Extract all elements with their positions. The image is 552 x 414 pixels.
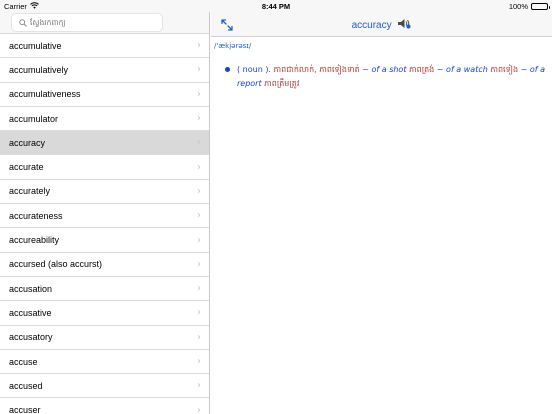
definition-part-1: ភាពជាក់លាក់, ភាពទៀងទាត់: [270, 65, 363, 74]
word-list-item[interactable]: accusatory ›: [0, 326, 209, 350]
sidebar: accumulative›accumulatively›accumulative…: [0, 12, 210, 414]
detail-title-group: accuracy: [211, 18, 552, 32]
word-label: accurateness: [9, 210, 63, 221]
word-label: accumulative: [9, 40, 62, 51]
definition-part-2: ភាពត្រង់: [406, 65, 437, 74]
definition-item: ( noun ). ភាពជាក់លាក់, ភាពទៀងទាត់ ~ of a…: [225, 63, 550, 91]
word-label: accumulativeness: [9, 89, 81, 100]
status-right: 100%: [508, 2, 550, 11]
example-2: ~ of a watch: [436, 65, 488, 74]
word-list-item[interactable]: accused ›: [0, 374, 209, 399]
definition-part-4: ភាពត្រឹមត្រូវ: [261, 79, 300, 88]
chevron-right-icon: ›: [197, 88, 201, 100]
chevron-right-icon: ›: [197, 331, 201, 343]
word-list-item[interactable]: accurate ›: [0, 155, 209, 180]
word-list-item[interactable]: accureability ›: [0, 228, 209, 253]
chevron-right-icon: ›: [197, 64, 201, 76]
search-box[interactable]: [11, 13, 163, 32]
word-list-item[interactable]: accumulatively ›: [0, 58, 209, 83]
word-label: accusative: [9, 307, 52, 318]
word-label: accuser: [9, 405, 41, 414]
chevron-right-icon: ›: [197, 307, 201, 319]
word-list-item[interactable]: accurately ›: [0, 180, 209, 205]
word-list-item[interactable]: accusation ›: [0, 277, 209, 302]
detail-pane: accuracy /'ækjərəsɪ/ ( noun ). ភាពជាក់លា…: [211, 12, 552, 414]
part-of-speech: ( noun ).: [237, 65, 271, 74]
word-list-item[interactable]: accuracy ›: [0, 131, 209, 156]
word-label: accuracy: [9, 137, 46, 148]
chevron-right-icon: ›: [197, 234, 201, 246]
search-input[interactable]: [30, 18, 150, 27]
chevron-right-icon: ›: [197, 258, 201, 270]
word-list-item[interactable]: accumulator ›: [0, 107, 209, 132]
chevron-right-icon: ›: [197, 356, 201, 367]
definition-part-3: ភាពទៀង: [487, 65, 521, 74]
status-time: 8:44 PM: [261, 2, 291, 11]
phonetic-transcription: /'ækjərəsɪ/: [214, 42, 252, 50]
word-list-item[interactable]: accusative ›: [0, 301, 209, 326]
chevron-right-icon: ›: [197, 380, 201, 392]
detail-title: accuracy: [351, 19, 392, 31]
search-bar: [0, 12, 209, 34]
definition-text: ( noun ). ភាពជាក់លាក់, ភាពទៀងទាត់ ~ of a…: [237, 63, 550, 91]
word-list-item[interactable]: accumulativeness ›: [0, 83, 209, 107]
chevron-right-icon: ›: [197, 185, 201, 197]
status-bar: Carrier 8:44 PM 100%: [0, 0, 552, 12]
word-list-item[interactable]: accursed (also accurst) ›: [0, 253, 209, 277]
chevron-right-icon: ›: [197, 283, 201, 295]
chevron-right-icon: ›: [197, 404, 201, 414]
word-label: accusation: [9, 283, 53, 294]
bullet-icon: [225, 67, 230, 72]
word-label: accused: [9, 380, 43, 391]
word-label: accurately: [9, 186, 51, 197]
search-icon: [19, 14, 27, 32]
word-list-item[interactable]: accumulative ›: [0, 34, 209, 59]
word-list: accumulative › accumulatively › accumulative…: [0, 34, 209, 414]
word-label: accusatory: [9, 332, 53, 343]
word-label: accursed (also accurst): [9, 259, 103, 270]
word-list-item[interactable]: accurateness ›: [0, 204, 209, 229]
word-label: accurate: [9, 162, 44, 173]
word-label: accureability: [9, 235, 60, 246]
battery-percent: 100%: [508, 2, 528, 11]
chevron-right-icon: ›: [197, 161, 201, 173]
chevron-right-icon: ›: [197, 40, 201, 52]
word-label: accumulator: [9, 113, 59, 124]
chevron-right-icon: ›: [197, 137, 201, 149]
speaker-icon[interactable]: [397, 18, 411, 32]
chevron-right-icon: ›: [197, 210, 201, 222]
word-list-item[interactable]: accuser ›: [0, 398, 209, 414]
word-list-item[interactable]: accuse ›: [0, 350, 209, 375]
chevron-right-icon: ›: [197, 113, 201, 125]
word-label: accumulatively: [9, 64, 69, 75]
example-1: ~ of a shot: [362, 65, 407, 74]
detail-nav-bar: accuracy: [211, 12, 552, 37]
word-label: accuse: [9, 356, 38, 367]
battery-icon: [531, 3, 550, 10]
